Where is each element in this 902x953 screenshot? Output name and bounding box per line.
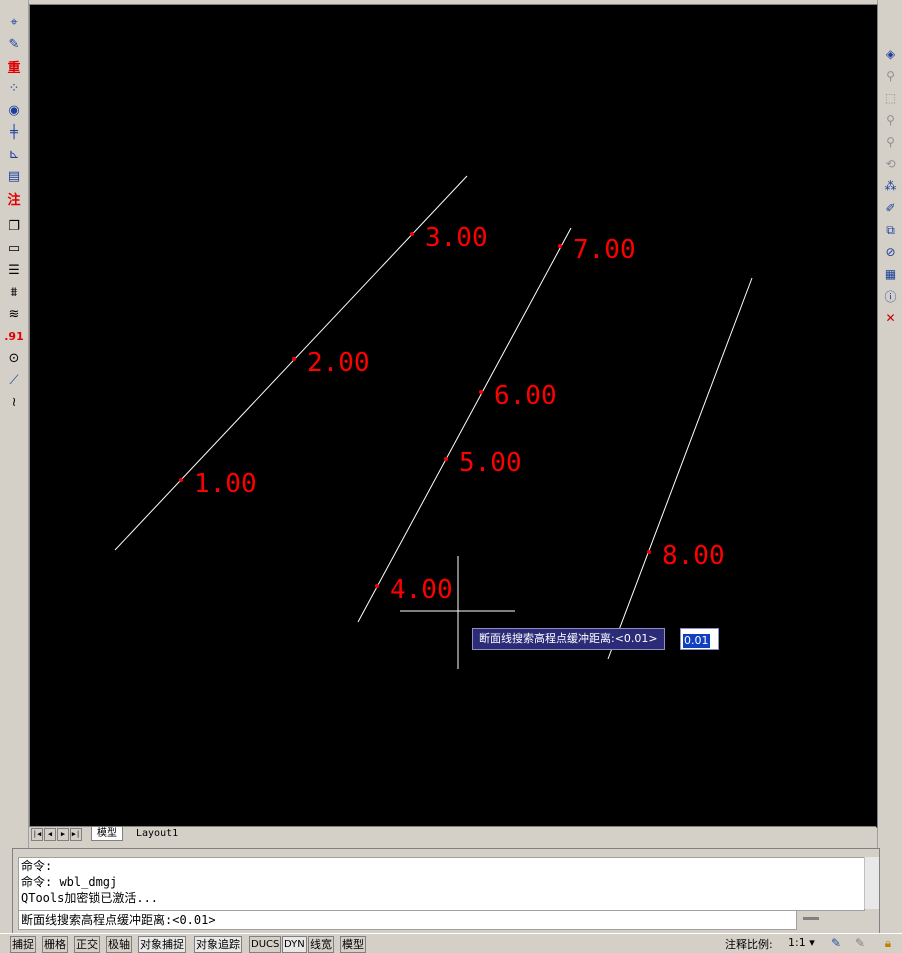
decimal-button[interactable]: .91 — [3, 326, 25, 346]
elevation-point — [292, 357, 296, 361]
elevation-point — [647, 550, 651, 554]
curve-icon[interactable]: ≀ — [3, 392, 25, 412]
match-icon[interactable]: ✐ — [880, 198, 901, 218]
elevation-point — [479, 390, 483, 394]
line-icon[interactable]: ⟋ — [3, 370, 25, 390]
snap-button[interactable]: 捕捉 — [10, 936, 36, 953]
table-icon[interactable]: ▦ — [880, 264, 901, 284]
layout-tabs: |◀ ◀ ▶ ▶| 模型 Layout1 — [29, 826, 876, 841]
elevation-point — [558, 244, 562, 248]
block-icon[interactable]: ⧉ — [880, 220, 901, 240]
layers-icon[interactable]: ◈ — [880, 44, 901, 64]
section-line-2 — [357, 227, 572, 623]
annotate-button[interactable]: 注 — [3, 188, 25, 208]
command-input[interactable]: 断面线搜索高程点缓冲距离:<0.01> — [18, 910, 797, 930]
left-toolbar: ⌖ ✎ 重 ⁘ ◉ ╪ ⊾ ▤ 注 ❐ ▭ ☰ ⩩ ≋ .91 ⊙ ⟋ ≀ — [0, 0, 29, 851]
grid-button[interactable]: 栅格 — [42, 936, 68, 953]
dynamic-input-prompt: 断面线搜索高程点缓冲距离:<0.01> — [472, 628, 665, 650]
zoom-realtime-icon[interactable]: ⚲ — [880, 132, 901, 152]
prev-tab-button[interactable]: ◀ — [44, 828, 56, 841]
grid-icon[interactable]: ╪ — [3, 122, 25, 142]
dynamic-input-field[interactable]: 0.01 — [680, 628, 719, 650]
points-icon[interactable]: ⁘ — [3, 78, 25, 98]
elevation-label: 2.00 — [307, 348, 370, 378]
right-toolbar: ◈ ⚲ ⬚ ⚲ ⚲ ⟲ ⁂ ✐ ⧉ ⊘ ▦ ⓘ ✕ — [877, 0, 902, 851]
info-icon[interactable]: ⓘ — [880, 286, 901, 306]
elevation-point — [444, 457, 448, 461]
drawing-canvas[interactable]: 3.00 2.00 1.00 7.00 6.00 5.00 4.00 8.00 — [29, 4, 878, 828]
tab-layout1[interactable]: Layout1 — [131, 827, 183, 840]
elevation-label: 8.00 — [662, 541, 725, 571]
redraw-button[interactable]: 重 — [3, 56, 25, 76]
comb-icon[interactable]: ⩩ — [3, 282, 25, 302]
ortho-button[interactable]: 正交 — [74, 936, 100, 953]
elevation-point — [179, 478, 183, 482]
annotation-visibility-icon[interactable]: ✎ — [828, 935, 844, 951]
pan-icon[interactable]: ⟲ — [880, 154, 901, 174]
drawing-svg: 3.00 2.00 1.00 7.00 6.00 5.00 4.00 8.00 — [114, 175, 753, 669]
annotation-scale-label: 注释比例: — [725, 938, 773, 951]
command-history-line: 命令: — [21, 859, 53, 873]
last-tab-button[interactable]: ▶| — [70, 828, 82, 841]
command-history-line: 命令: wbl_dmgj — [21, 875, 118, 889]
status-bar: 捕捉 栅格 正交 极轴 对象捕捉 对象追踪 DUCS DYN 线宽 模型 注释比… — [0, 933, 902, 953]
command-window: 命令: 命令: wbl_dmgj QTools加密锁已激活... 断面线搜索高程… — [12, 848, 880, 934]
elevation-label: 5.00 — [459, 448, 522, 478]
target-icon[interactable]: ⊙ — [3, 348, 25, 368]
model-button[interactable]: 模型 — [340, 936, 366, 953]
elevation-label: 7.00 — [573, 235, 636, 265]
dynamic-input-value: 0.01 — [683, 634, 710, 648]
pen-icon[interactable]: ✎ — [3, 34, 25, 54]
polar-button[interactable]: 极轴 — [106, 936, 132, 953]
elevation-label: 1.00 — [194, 469, 257, 499]
section-line-3 — [607, 277, 753, 660]
elevation-point — [375, 584, 379, 588]
tab-model[interactable]: 模型 — [91, 827, 123, 841]
section-line-1 — [114, 175, 468, 551]
xref-icon[interactable]: ⊘ — [880, 242, 901, 262]
elevation-point — [410, 232, 414, 236]
otrack-button[interactable]: 对象追踪 — [194, 936, 242, 953]
command-history: 命令: 命令: wbl_dmgj QTools加密锁已激活... — [18, 857, 865, 911]
next-tab-button[interactable]: ▶ — [57, 828, 69, 841]
ducs-button[interactable]: DUCS — [249, 936, 282, 953]
ruler-icon[interactable]: ▤ — [3, 166, 25, 186]
rectangle-icon[interactable]: ▭ — [3, 238, 25, 258]
zoom-previous-icon[interactable]: ⚲ — [880, 110, 901, 130]
elevation-label: 4.00 — [390, 575, 453, 605]
lineweight-button[interactable]: 线宽 — [308, 936, 334, 953]
command-scrollbar[interactable] — [864, 857, 879, 909]
road-icon[interactable]: ≋ — [3, 304, 25, 324]
elevation-label: 3.00 — [425, 223, 488, 253]
surveying-icon[interactable]: ⌖ — [3, 12, 25, 32]
zoom-icon[interactable]: ⚲ — [880, 66, 901, 86]
camera-icon[interactable]: ◉ — [3, 100, 25, 120]
command-minimize-handle[interactable] — [803, 917, 819, 920]
elevation-icon[interactable]: ⊾ — [3, 144, 25, 164]
osnap-button[interactable]: 对象捕捉 — [138, 936, 186, 953]
first-tab-button[interactable]: |◀ — [31, 828, 43, 841]
copy-icon[interactable]: ❐ — [3, 216, 25, 236]
section-icon[interactable]: ☰ — [3, 260, 25, 280]
dyn-button[interactable]: DYN — [282, 936, 307, 953]
annotation-scale-dropdown[interactable]: 1:1 ▾ — [788, 936, 815, 949]
properties-icon[interactable]: ⁂ — [880, 176, 901, 196]
auto-scale-icon[interactable]: ✎ — [852, 935, 868, 951]
elevation-label: 6.00 — [494, 381, 557, 411]
close-icon[interactable]: ✕ — [880, 308, 901, 328]
lock-icon[interactable]: 🔒︎ — [880, 935, 896, 951]
zoom-window-icon[interactable]: ⬚ — [880, 88, 901, 108]
command-history-line: QTools加密锁已激活... — [21, 891, 159, 905]
